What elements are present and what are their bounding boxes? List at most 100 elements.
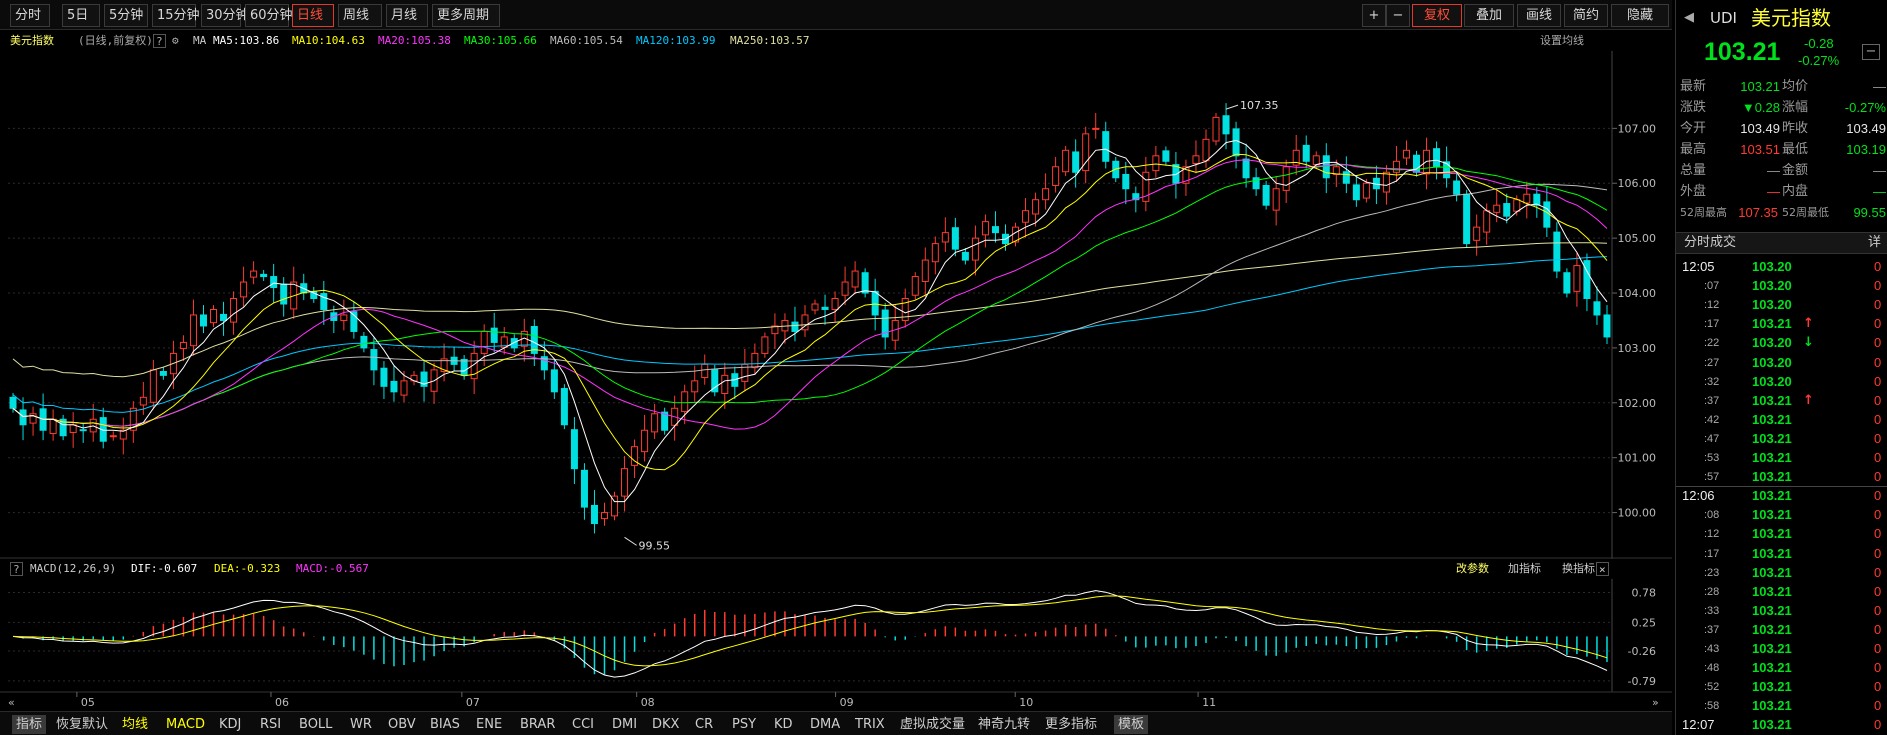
scroll-right-icon[interactable]: »: [1652, 696, 1659, 709]
indicator-tab-9[interactable]: BIAS: [430, 715, 460, 734]
candle-body: [681, 391, 689, 413]
indicator-tab-15[interactable]: CR: [695, 715, 713, 734]
candle[interactable]: [1212, 112, 1220, 146]
indicator-tab-23[interactable]: 模板: [1114, 715, 1149, 734]
candlestick-chart[interactable]: 100.00 101.00 102.00 103.00 104.00 105.00 106.…: [0, 51, 1672, 559]
indicator-tab-21[interactable]: 神奇九转: [978, 715, 1030, 734]
indicator-tab-13[interactable]: DMI: [612, 715, 637, 734]
collapse-icon[interactable]: ◀: [1684, 8, 1694, 28]
candle-body: [1352, 184, 1360, 201]
candle-body: [871, 290, 879, 316]
draw-line-button[interactable]: 画线: [1517, 4, 1561, 27]
macd-chart[interactable]: 0.78 0.25 -0.26 -0.79 05 06 07 08 09 10 11 « »: [0, 579, 1672, 711]
candle[interactable]: [1262, 181, 1270, 210]
ma-settings-button[interactable]: 设置均线: [1540, 31, 1584, 51]
indicator-tab-5[interactable]: RSI: [260, 715, 281, 734]
ticks-detail-button[interactable]: 详: [1868, 233, 1881, 253]
indicator-tab-20[interactable]: 虚拟成交量: [900, 715, 965, 734]
candle-body: [1042, 188, 1050, 201]
indicator-tab-22[interactable]: 更多指标: [1045, 715, 1097, 734]
candle[interactable]: [1563, 268, 1571, 298]
candle[interactable]: [1463, 189, 1471, 249]
simple-mode-button[interactable]: 简约: [1564, 4, 1608, 27]
tick-volume: 0: [1874, 411, 1882, 427]
scroll-left-icon[interactable]: «: [8, 696, 15, 709]
candle-body: [260, 273, 268, 278]
period-tab-4[interactable]: 30分钟: [201, 4, 249, 27]
candle-body: [941, 232, 949, 243]
period-tab-9[interactable]: 更多周期: [432, 4, 500, 27]
adjust-dropdown[interactable]: 复权: [1412, 4, 1462, 27]
indicator-tab-3[interactable]: MACD: [166, 715, 205, 734]
indicator-tab-4[interactable]: KDJ: [219, 715, 241, 734]
stat-label: 涨幅: [1782, 100, 1809, 115]
tick-price: 103.21: [1752, 717, 1792, 733]
x-tick-label: 07: [466, 696, 480, 709]
period-tab-3[interactable]: 15分钟: [152, 4, 200, 27]
candle-body: [971, 237, 979, 261]
ma120-value: MA120:103.99: [636, 34, 716, 47]
indicator-tab-10[interactable]: ENE: [476, 715, 502, 734]
zoom-in-button[interactable]: +: [1362, 4, 1386, 27]
indicator-tab-14[interactable]: DKX: [652, 715, 679, 734]
stat-label: 总量: [1680, 163, 1707, 178]
zoom-out-button[interactable]: −: [1386, 4, 1410, 27]
help-icon[interactable]: ?: [153, 34, 166, 48]
indicator-tab-12[interactable]: CCI: [572, 715, 594, 734]
indicator-tab-19[interactable]: TRIX: [855, 715, 885, 734]
instrument-name: 美元指数: [10, 34, 54, 47]
candle-body: [400, 380, 408, 396]
last-price: 103.21: [1704, 38, 1781, 66]
indicator-tab-11[interactable]: BRAR: [520, 715, 555, 734]
candle-body: [1052, 166, 1060, 186]
stat-value: 103.49: [1846, 121, 1886, 136]
hide-dropdown[interactable]: 隐藏: [1611, 4, 1669, 27]
indicator-tab-7[interactable]: WR: [350, 715, 372, 734]
instrument-code: UDI: [1710, 9, 1737, 27]
candle[interactable]: [911, 272, 919, 300]
stat-value: ▼0.28: [1741, 100, 1780, 115]
minute-divider: [1676, 486, 1887, 487]
period-tab-1[interactable]: 5日: [62, 4, 100, 27]
indicator-tab-0[interactable]: 指标: [12, 715, 47, 734]
candle[interactable]: [611, 491, 619, 521]
switch-indicator-button[interactable]: 换指标: [1562, 559, 1595, 579]
indicator-tab-8[interactable]: OBV: [388, 715, 416, 734]
period-tab-6[interactable]: 日线: [292, 4, 334, 27]
stat-value: -0.27%: [1844, 100, 1886, 115]
stat-value: —: [1767, 184, 1780, 199]
period-tab-8[interactable]: 月线: [386, 4, 428, 27]
candle[interactable]: [661, 407, 669, 435]
period-tab-7[interactable]: 周线: [338, 4, 382, 27]
edit-params-button[interactable]: 改参数: [1456, 559, 1489, 579]
minimize-icon[interactable]: −: [1862, 44, 1880, 60]
overlay-dropdown[interactable]: 叠加: [1464, 4, 1514, 27]
candle-body: [370, 349, 378, 371]
stat-label: 昨收: [1782, 121, 1809, 136]
indicator-tab-17[interactable]: KD: [774, 715, 793, 734]
candle[interactable]: [560, 384, 568, 430]
add-indicator-button[interactable]: 加指标: [1508, 559, 1541, 579]
indicator-tab-18[interactable]: DMA: [810, 715, 840, 734]
tick-time: 12:05: [1682, 259, 1715, 274]
period-tab-2[interactable]: 5分钟: [104, 4, 148, 27]
tick-price: 103.21: [1752, 583, 1792, 599]
indicator-tab-6[interactable]: BOLL: [299, 715, 332, 734]
candle-body: [1382, 171, 1390, 193]
candle[interactable]: [1062, 145, 1070, 177]
period-tab-5[interactable]: 60分钟: [245, 4, 293, 27]
close-icon[interactable]: ×: [1596, 562, 1609, 576]
dif-value: DIF:-0.607: [131, 562, 198, 575]
candle-body: [19, 409, 27, 426]
candle-body: [831, 298, 839, 310]
candle-body: [1433, 148, 1441, 168]
settings-icon[interactable]: ⚙: [172, 31, 179, 51]
period-tab-0[interactable]: 分时: [10, 4, 50, 27]
indicator-tab-2[interactable]: 均线: [122, 715, 148, 734]
candle[interactable]: [861, 268, 869, 298]
macd-help-icon[interactable]: ?: [10, 562, 23, 576]
indicator-tab-1[interactable]: 恢复默认: [56, 715, 108, 734]
tick-volume: 0: [1874, 392, 1882, 408]
tick-volume: 0: [1874, 335, 1882, 351]
indicator-tab-16[interactable]: PSY: [732, 715, 756, 734]
